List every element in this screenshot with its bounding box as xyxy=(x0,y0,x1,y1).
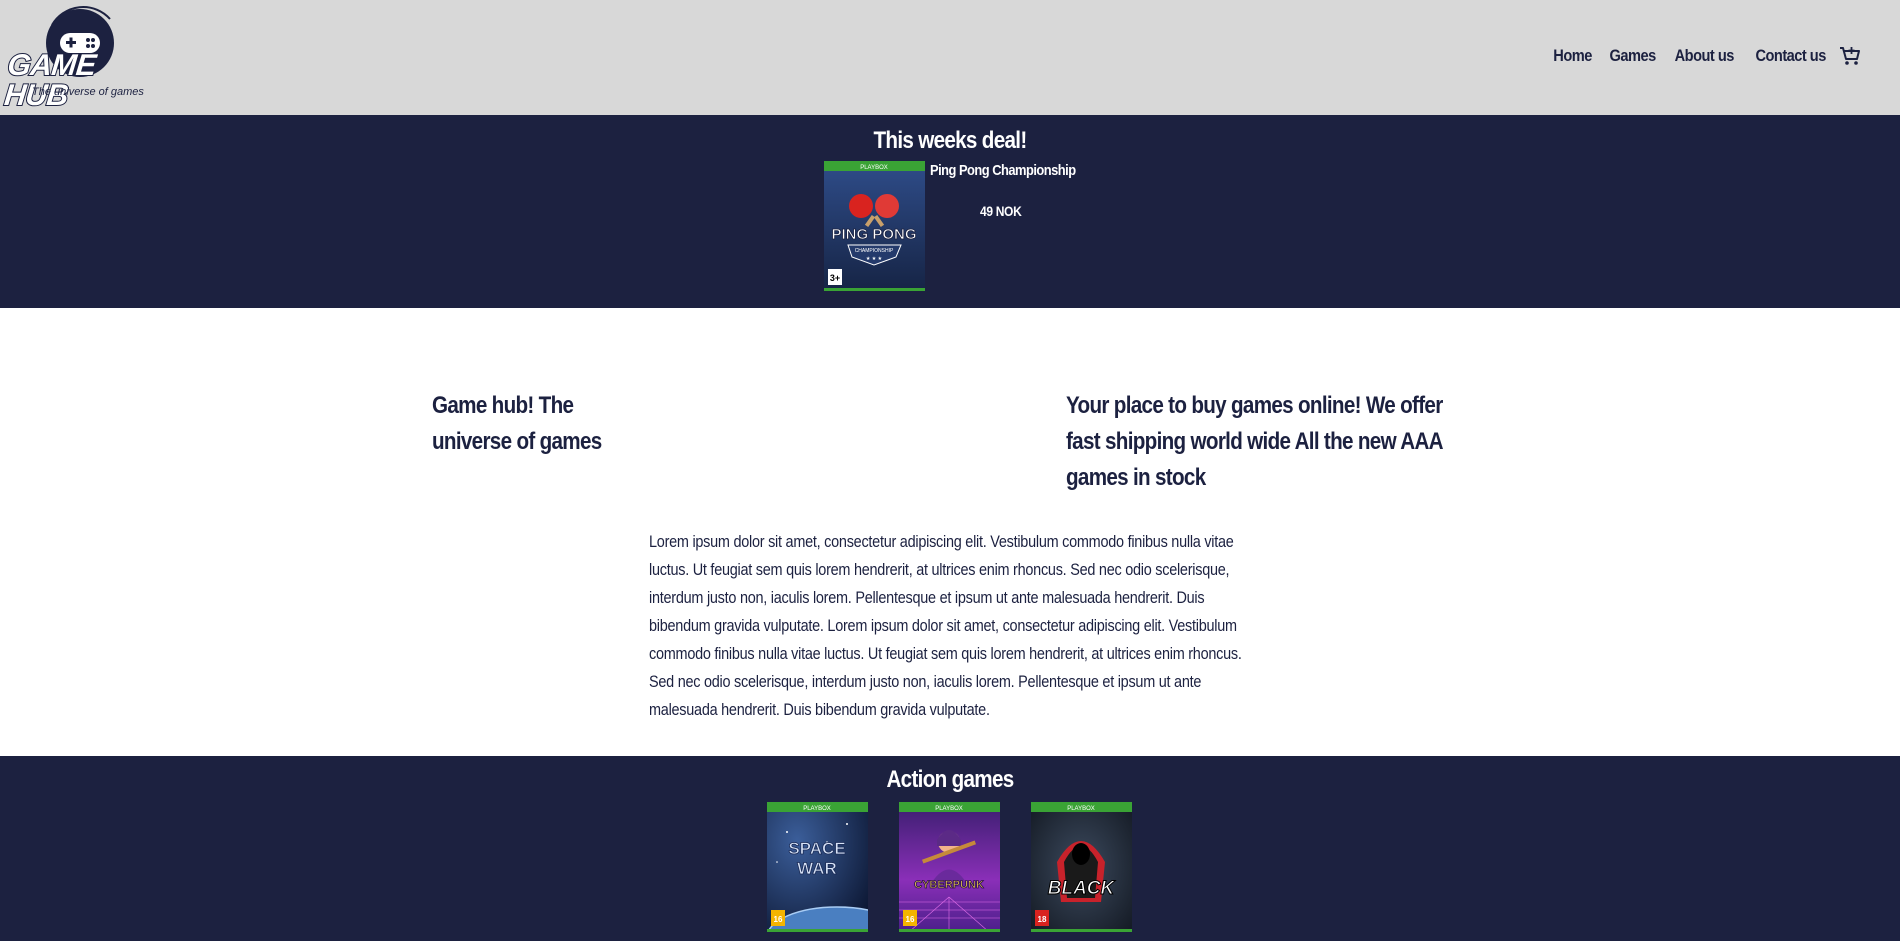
intro-body-text: Lorem ipsum dolor sit amet, consectetur … xyxy=(649,532,1242,719)
svg-text:PLAYBOX: PLAYBOX xyxy=(803,806,831,812)
nav-about-us[interactable]: About us xyxy=(1675,46,1735,66)
logo-text: GAME HUB xyxy=(2,48,99,113)
svg-text:WAR: WAR xyxy=(797,859,837,878)
svg-text:CYBERPUNK: CYBERPUNK xyxy=(914,879,984,891)
nav-contact-us[interactable]: Contact us xyxy=(1756,46,1827,66)
svg-text:CHAMPIONSHIP: CHAMPIONSHIP xyxy=(855,248,894,254)
nav-games[interactable]: Games xyxy=(1609,46,1656,66)
svg-text:16: 16 xyxy=(774,915,783,924)
logo-tagline: The universe of games xyxy=(32,86,144,98)
age-rating-badge: 3+ xyxy=(830,273,840,283)
svg-text:PLAYBOX: PLAYBOX xyxy=(935,806,963,812)
action-games-title: Action games xyxy=(886,766,1014,793)
svg-text:18: 18 xyxy=(1038,915,1047,924)
deal-title: This weeks deal! xyxy=(873,127,1027,154)
deal-cover-title: PING PONG xyxy=(831,226,916,243)
deal-product-name[interactable]: Ping Pong Championship xyxy=(930,162,1076,179)
deal-product-cover[interactable]: PLAYBOX PING PONG CHAMPIONSHIP ★ ★ ★ 3+ xyxy=(824,161,925,291)
svg-text:16: 16 xyxy=(906,915,915,924)
intro-heading-right: Your place to buy games online! We offer… xyxy=(1066,392,1443,491)
deal-product-price: 49 NOK xyxy=(980,203,1022,219)
intro-heading-left: Game hub! The universe of games xyxy=(432,392,602,455)
svg-text:BLACK: BLACK xyxy=(1048,878,1116,899)
main-nav: Home Games About us Contact us xyxy=(1547,44,1862,68)
svg-text:PLAYBOX: PLAYBOX xyxy=(860,165,888,171)
logo[interactable]: GAME HUB The universe of games xyxy=(2,3,164,113)
weekly-deal-section: This weeks deal! PLAYBOX PING PONG CHAMP… xyxy=(0,115,1900,308)
site-header: GAME HUB The universe of games Home Game… xyxy=(0,0,1900,115)
game-card-black[interactable]: PLAYBOX BLACK 18 xyxy=(1031,802,1132,932)
cart-icon[interactable] xyxy=(1838,44,1862,68)
action-games-section: Action games PLAYBOX SPACE WAR 16 PLAYBO… xyxy=(0,756,1900,941)
svg-text:SPACE: SPACE xyxy=(788,839,845,858)
game-card-space-war[interactable]: PLAYBOX SPACE WAR 16 xyxy=(767,802,868,932)
nav-home[interactable]: Home xyxy=(1553,46,1592,66)
game-card-cyberpunk[interactable]: PLAYBOX CYBERPUNK 16 xyxy=(899,802,1000,932)
svg-text:★ ★ ★: ★ ★ ★ xyxy=(866,256,883,262)
svg-text:PLAYBOX: PLAYBOX xyxy=(1067,806,1095,812)
